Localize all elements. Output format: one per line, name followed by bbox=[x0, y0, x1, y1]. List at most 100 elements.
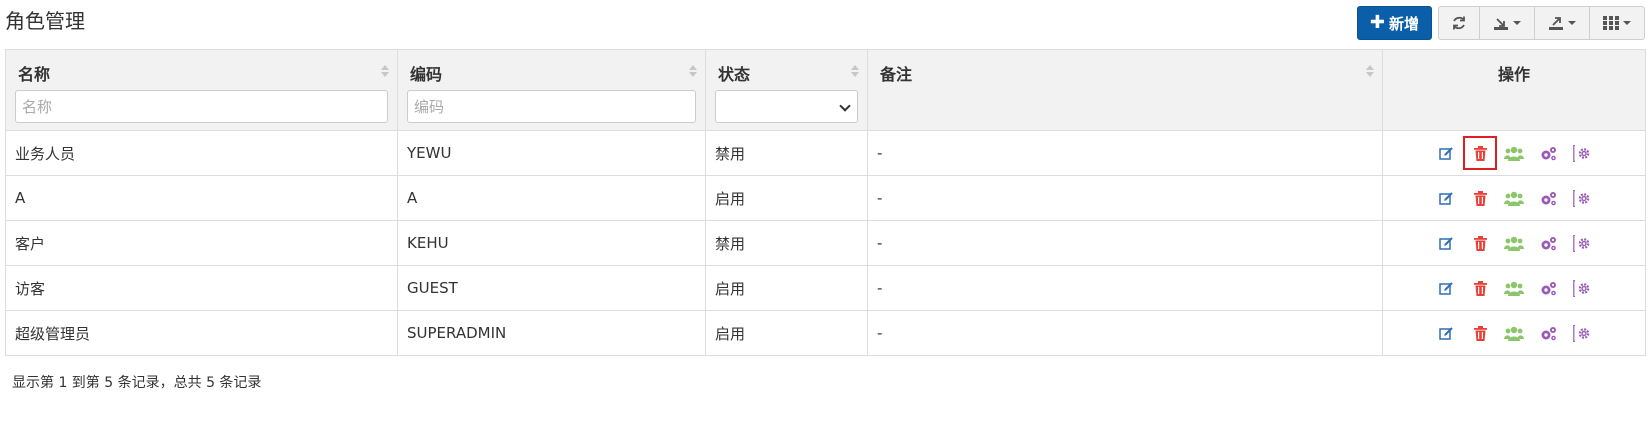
settings-icon bbox=[1573, 279, 1590, 297]
cogs-icon bbox=[1541, 146, 1556, 160]
status-filter-select[interactable] bbox=[715, 90, 858, 123]
name-filter-input[interactable] bbox=[15, 90, 388, 123]
role-table: 名称 编码 状态 备注 操作 业务人员 bbox=[5, 49, 1646, 356]
cogs-icon bbox=[1541, 326, 1556, 340]
cell-remark: - bbox=[867, 310, 1383, 356]
edit-icon bbox=[1438, 281, 1453, 295]
delete-button[interactable] bbox=[1463, 226, 1497, 260]
trash-icon bbox=[1473, 190, 1487, 206]
edit-button[interactable] bbox=[1429, 226, 1463, 260]
edit-button[interactable] bbox=[1429, 136, 1463, 170]
assign-users-button[interactable] bbox=[1497, 271, 1531, 305]
chevron-down-icon bbox=[1623, 21, 1631, 25]
permissions-button[interactable] bbox=[1531, 226, 1565, 260]
cogs-icon bbox=[1541, 236, 1556, 250]
cell-name: 业务人员 bbox=[5, 130, 398, 176]
cell-name: 客户 bbox=[5, 220, 398, 266]
cell-actions bbox=[1382, 310, 1646, 356]
export-button[interactable] bbox=[1534, 6, 1590, 40]
trash-icon bbox=[1473, 235, 1487, 251]
users-icon bbox=[1504, 326, 1524, 341]
add-button[interactable]: ✚ 新增 bbox=[1356, 6, 1432, 40]
table-row: 访客 GUEST 启用 - bbox=[5, 265, 1646, 311]
delete-button[interactable] bbox=[1463, 136, 1497, 170]
cell-code: YEWU bbox=[397, 130, 706, 176]
cell-remark: - bbox=[867, 265, 1383, 311]
add-button-label: 新增 bbox=[1388, 14, 1419, 33]
column-header-name[interactable]: 名称 bbox=[5, 49, 398, 131]
edit-icon bbox=[1438, 326, 1453, 340]
permissions-button[interactable] bbox=[1531, 271, 1565, 305]
assign-users-button[interactable] bbox=[1497, 181, 1531, 215]
delete-button[interactable] bbox=[1463, 316, 1497, 350]
users-icon bbox=[1504, 191, 1524, 206]
permissions-button[interactable] bbox=[1531, 136, 1565, 170]
column-header-code[interactable]: 编码 bbox=[397, 49, 706, 131]
cogs-icon bbox=[1541, 191, 1556, 205]
import-button[interactable] bbox=[1479, 6, 1535, 40]
table-row: 客户 KEHU 禁用 - bbox=[5, 220, 1646, 266]
settings-icon bbox=[1573, 324, 1590, 342]
cell-actions bbox=[1382, 265, 1646, 311]
column-header-remark[interactable]: 备注 bbox=[867, 49, 1383, 131]
settings-button[interactable] bbox=[1565, 136, 1599, 170]
table-row: A A 启用 - bbox=[5, 175, 1646, 221]
cell-code: GUEST bbox=[397, 265, 706, 311]
cell-code: KEHU bbox=[397, 220, 706, 266]
column-header-label: 编码 bbox=[410, 65, 443, 84]
settings-button[interactable] bbox=[1565, 226, 1599, 260]
column-header-label: 备注 bbox=[880, 65, 913, 84]
refresh-button[interactable] bbox=[1438, 6, 1480, 40]
sort-icon bbox=[851, 65, 859, 77]
cell-name: A bbox=[5, 175, 398, 221]
permissions-button[interactable] bbox=[1531, 316, 1565, 350]
cell-status: 禁用 bbox=[705, 130, 868, 176]
cogs-icon bbox=[1541, 281, 1556, 295]
settings-button[interactable] bbox=[1565, 181, 1599, 215]
settings-icon bbox=[1573, 189, 1590, 207]
cell-status: 启用 bbox=[705, 310, 868, 356]
cell-remark: - bbox=[867, 175, 1383, 221]
cell-name: 访客 bbox=[5, 265, 398, 311]
export-icon bbox=[1549, 17, 1563, 30]
edit-icon bbox=[1438, 146, 1453, 160]
edit-button[interactable] bbox=[1429, 316, 1463, 350]
assign-users-button[interactable] bbox=[1497, 316, 1531, 350]
cell-actions bbox=[1382, 130, 1646, 176]
trash-icon bbox=[1473, 145, 1487, 161]
assign-users-button[interactable] bbox=[1497, 226, 1531, 260]
cell-name: 超级管理员 bbox=[5, 310, 398, 356]
settings-button[interactable] bbox=[1565, 316, 1599, 350]
cell-code: A bbox=[397, 175, 706, 221]
users-icon bbox=[1504, 281, 1524, 296]
chevron-down-icon bbox=[1568, 21, 1576, 25]
code-filter-input[interactable] bbox=[407, 90, 696, 123]
cell-code: SUPERADMIN bbox=[397, 310, 706, 356]
cell-status: 启用 bbox=[705, 175, 868, 221]
settings-button[interactable] bbox=[1565, 271, 1599, 305]
edit-icon bbox=[1438, 191, 1453, 205]
delete-button[interactable] bbox=[1463, 181, 1497, 215]
columns-button[interactable] bbox=[1589, 6, 1645, 40]
cell-actions bbox=[1382, 220, 1646, 266]
column-header-label: 名称 bbox=[18, 65, 51, 84]
sort-icon bbox=[1366, 65, 1374, 77]
page-title: 角色管理 bbox=[5, 9, 85, 33]
column-header-status[interactable]: 状态 bbox=[705, 49, 868, 131]
permissions-button[interactable] bbox=[1531, 181, 1565, 215]
import-icon bbox=[1494, 18, 1508, 30]
chevron-down-icon bbox=[839, 100, 851, 112]
delete-button[interactable] bbox=[1463, 271, 1497, 305]
table-header-row: 名称 编码 状态 备注 操作 bbox=[5, 49, 1646, 131]
edit-button[interactable] bbox=[1429, 271, 1463, 305]
cell-remark: - bbox=[867, 130, 1383, 176]
toolbar: ✚ 新增 bbox=[1356, 6, 1645, 40]
table-row: 业务人员 YEWU 禁用 - bbox=[5, 130, 1646, 176]
refresh-icon bbox=[1453, 16, 1465, 30]
chevron-down-icon bbox=[1513, 21, 1521, 25]
edit-button[interactable] bbox=[1429, 181, 1463, 215]
trash-icon bbox=[1473, 280, 1487, 296]
column-header-label: 状态 bbox=[718, 65, 751, 84]
assign-users-button[interactable] bbox=[1497, 136, 1531, 170]
pagination-summary: 显示第 1 到第 5 条记录，总共 5 条记录 bbox=[12, 375, 262, 391]
